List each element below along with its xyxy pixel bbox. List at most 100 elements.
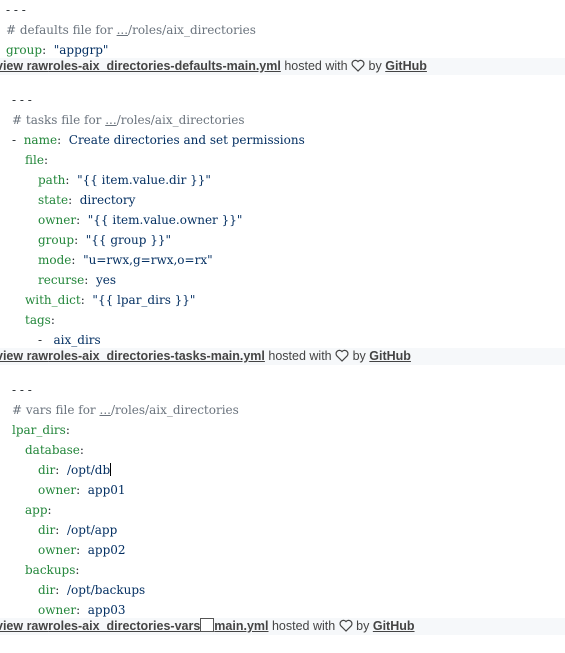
colon: : bbox=[42, 43, 47, 57]
gist-file-link[interactable]: roles-aix_directories-defaults-main.yml bbox=[48, 59, 281, 73]
state-key: state bbox=[38, 193, 69, 207]
path-key: path bbox=[38, 173, 66, 187]
backups-dir-line: dir: /opt/backups bbox=[38, 583, 146, 597]
comment-path: /roles/aix_directories bbox=[128, 23, 256, 37]
comment-dots: ... bbox=[105, 113, 117, 127]
path-value: "{{ item.value.dir }}" bbox=[77, 173, 211, 187]
owner-key: owner bbox=[38, 213, 77, 227]
hosted-with-text: hosted with bbox=[271, 619, 336, 633]
view-raw-link[interactable]: view raw bbox=[0, 59, 48, 73]
tags-line: tags: bbox=[25, 313, 55, 327]
gist-meta-bar: view rawroles-aix_directories-vars main.y… bbox=[0, 618, 565, 635]
text-cursor bbox=[110, 463, 112, 476]
dir-key: dir bbox=[38, 583, 56, 597]
state-line: state: directory bbox=[38, 193, 136, 207]
state-value: directory bbox=[79, 193, 136, 207]
with-dict-key: with_dict bbox=[25, 293, 81, 307]
owner-key: owner bbox=[38, 543, 77, 557]
name-key: name bbox=[23, 133, 58, 147]
dir-key: dir bbox=[38, 463, 56, 477]
database-line: database: bbox=[25, 443, 84, 457]
comment-text: # defaults file for bbox=[6, 23, 117, 37]
backups-owner-line: owner: app03 bbox=[38, 603, 126, 617]
file-key: file bbox=[25, 153, 44, 167]
doc-start: - - - bbox=[12, 383, 32, 397]
recurse-line: recurse: yes bbox=[38, 273, 117, 287]
mode-line: mode: "u=rwx,g=rwx,o=rx" bbox=[38, 253, 213, 267]
owner-key: owner bbox=[38, 603, 77, 617]
with-dict-line: with_dict: "{{ lpar_dirs }}" bbox=[25, 293, 196, 307]
comment-dots: ... bbox=[116, 23, 129, 37]
comment-path: /roles/aix_directories bbox=[110, 403, 239, 417]
hosted-with-text: hosted with bbox=[284, 59, 348, 73]
comment-line: # tasks file for .../roles/aix_directori… bbox=[12, 112, 245, 128]
owner-key: owner bbox=[38, 483, 77, 497]
backups-key: backups bbox=[25, 563, 76, 577]
app-key: app bbox=[25, 503, 48, 517]
owner-line: owner: "{{ item.value.owner }}" bbox=[38, 213, 243, 227]
doc-start: - - - bbox=[6, 3, 26, 17]
comment-dots: ... bbox=[99, 403, 111, 417]
overlay-box bbox=[200, 618, 215, 632]
group-key: group bbox=[6, 43, 43, 57]
gist-file-link[interactable]: roles-aix_directories-vars main.yml bbox=[48, 618, 269, 633]
view-raw-link[interactable]: view raw bbox=[0, 619, 48, 633]
mode-key: mode bbox=[38, 253, 72, 267]
app-owner-value: app02 bbox=[87, 543, 126, 557]
comment-line: # vars file for .../roles/aix_directorie… bbox=[12, 402, 239, 418]
gist-meta-bar: view rawroles-aix_directories-defaults-m… bbox=[0, 58, 565, 75]
name-value: Create directories and set permissions bbox=[68, 133, 305, 147]
doc-start: - - - bbox=[12, 93, 32, 107]
by-text: by bbox=[356, 619, 370, 633]
app-dir-line: dir: /opt/app bbox=[38, 523, 118, 537]
db-dir-value: /opt/db bbox=[66, 463, 111, 477]
group-value: "appgrp" bbox=[53, 43, 109, 57]
list-dash: - bbox=[38, 333, 43, 347]
heart-icon bbox=[335, 349, 349, 362]
db-owner-line: owner: app01 bbox=[38, 483, 126, 497]
backups-owner-value: app03 bbox=[87, 603, 126, 617]
heart-icon bbox=[339, 619, 353, 632]
gist-file-name-end: main.yml bbox=[214, 619, 269, 633]
gist-file-link[interactable]: roles-aix_directories-tasks-main.yml bbox=[48, 349, 265, 363]
app-owner-line: owner: app02 bbox=[38, 543, 126, 557]
backups-line: backups: bbox=[25, 563, 80, 577]
heart-icon bbox=[351, 59, 365, 72]
gist-file-name-start: roles-aix_directories-vars bbox=[48, 619, 201, 633]
comment-text: # tasks file for bbox=[12, 113, 106, 127]
group-line: group: "appgrp" bbox=[6, 42, 108, 58]
comment-line: # defaults file for .../roles/aix_direct… bbox=[6, 22, 256, 38]
gist-meta-bar: view rawroles-aix_directories-tasks-main… bbox=[0, 348, 565, 365]
group-key: group bbox=[38, 233, 75, 247]
github-link[interactable]: GitHub bbox=[369, 349, 411, 363]
group-line: group: "{{ group }}" bbox=[38, 233, 172, 247]
app-line: app: bbox=[25, 503, 52, 517]
by-text: by bbox=[368, 59, 382, 73]
tags-item-line: - aix_dirs bbox=[38, 332, 101, 348]
view-raw-link[interactable]: view raw bbox=[0, 349, 48, 363]
lpar-dirs-line: lpar_dirs: bbox=[12, 423, 70, 437]
github-link[interactable]: GitHub bbox=[385, 59, 427, 73]
owner-value: "{{ item.value.owner }}" bbox=[87, 213, 243, 227]
tags-key: tags bbox=[25, 313, 51, 327]
path-line: path: "{{ item.value.dir }}" bbox=[38, 173, 211, 187]
github-link[interactable]: GitHub bbox=[373, 619, 415, 633]
backups-dir-value: /opt/backups bbox=[66, 583, 146, 597]
with-dict-value: "{{ lpar_dirs }}" bbox=[92, 293, 196, 307]
db-dir-line: dir: /opt/db bbox=[38, 463, 112, 477]
db-owner-value: app01 bbox=[87, 483, 126, 497]
comment-text: # vars file for bbox=[12, 403, 100, 417]
mode-value: "u=rwx,g=rwx,o=rx" bbox=[83, 253, 213, 267]
tags-item-value: aix_dirs bbox=[53, 333, 101, 347]
file-line: file: bbox=[25, 153, 48, 167]
lpar-dirs-key: lpar_dirs bbox=[12, 423, 66, 437]
hosted-with-text: hosted with bbox=[268, 349, 332, 363]
recurse-key: recurse bbox=[38, 273, 85, 287]
comment-path: /roles/aix_directories bbox=[116, 113, 245, 127]
app-dir-value: /opt/app bbox=[66, 523, 118, 537]
dir-key: dir bbox=[38, 523, 56, 537]
task-name-line: - name: Create directories and set permi… bbox=[12, 133, 305, 147]
by-text: by bbox=[352, 349, 366, 363]
database-key: database bbox=[25, 443, 80, 457]
list-dash: - bbox=[12, 133, 17, 147]
